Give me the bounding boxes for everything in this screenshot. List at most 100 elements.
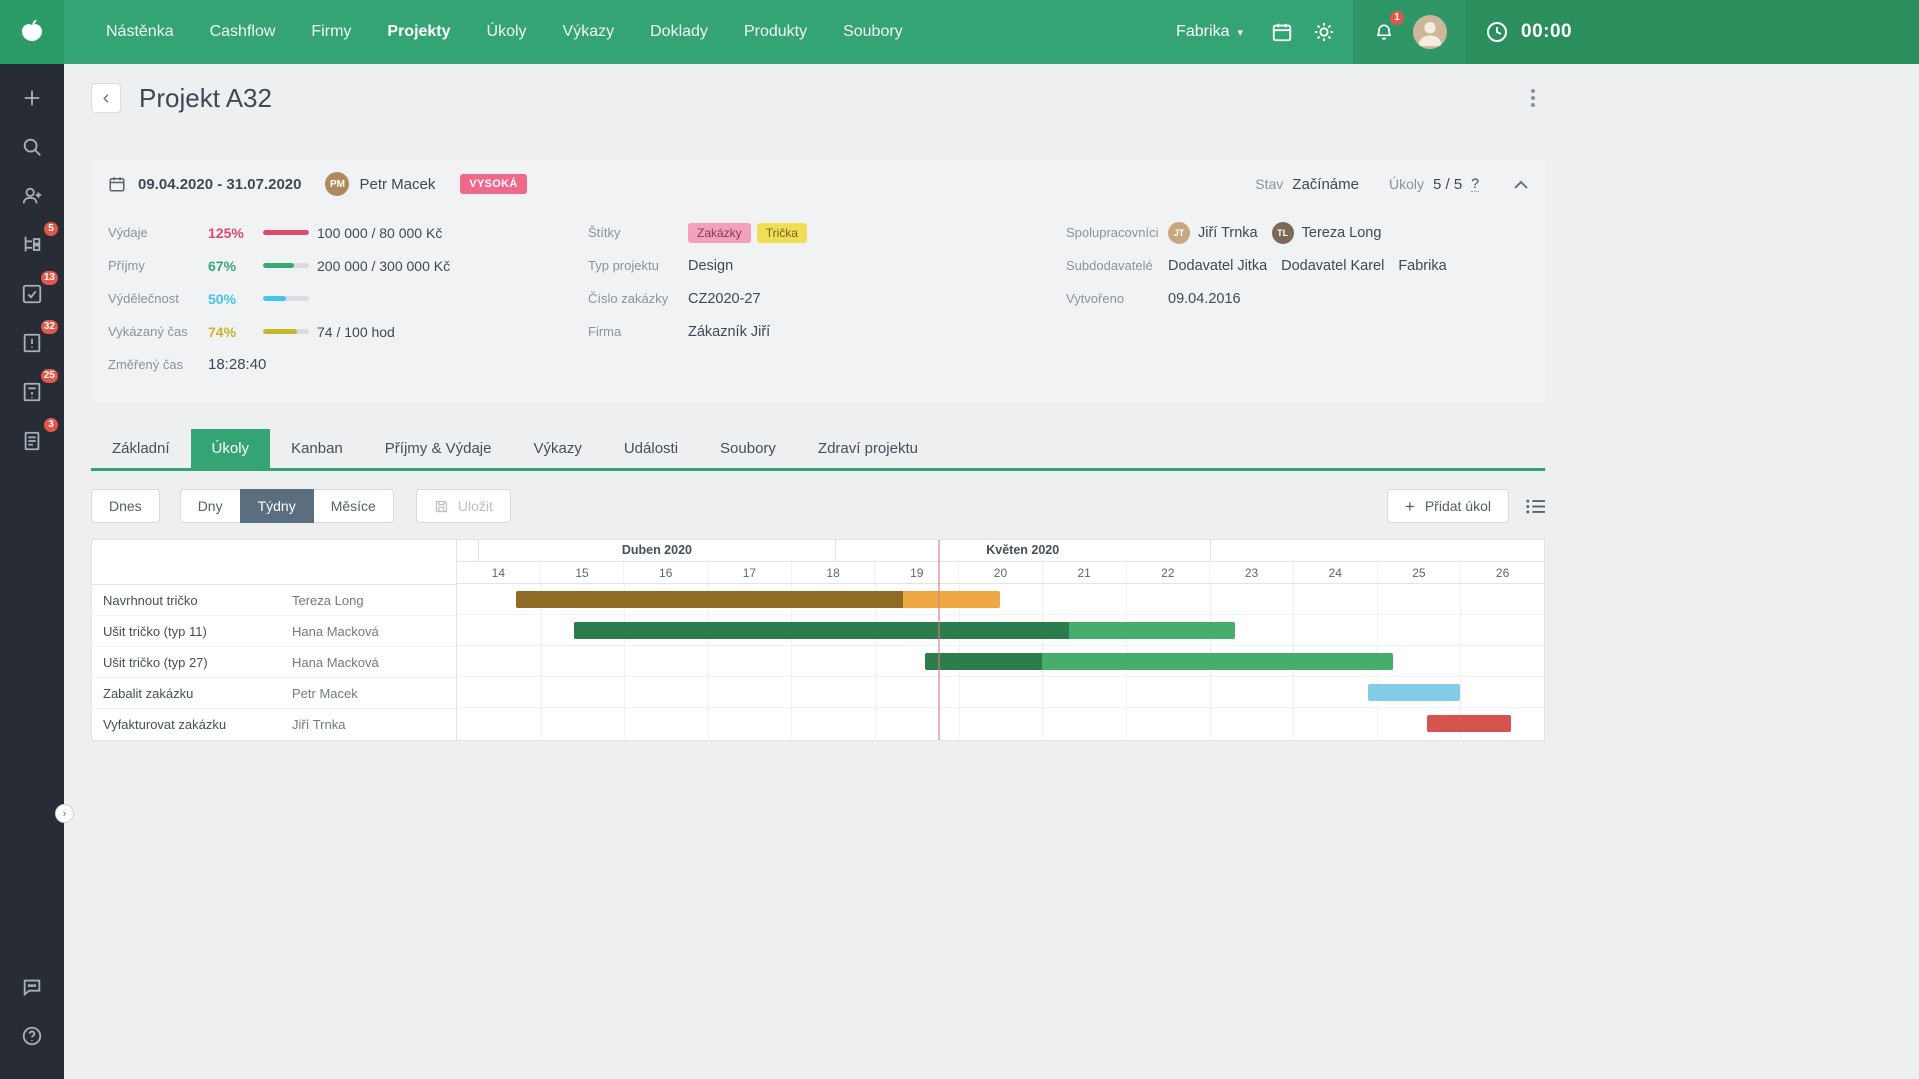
stat-percent: 50% bbox=[208, 291, 263, 307]
stat-progress-fill bbox=[263, 230, 309, 235]
today-button[interactable]: Dnes bbox=[91, 489, 160, 523]
stat-percent: 74% bbox=[208, 324, 263, 340]
company-switcher[interactable]: Fabrika ▾ bbox=[1158, 0, 1261, 64]
gantt-task-name[interactable]: Ušit tričko (typ 11) bbox=[92, 624, 292, 639]
nav-item-soubory[interactable]: Soubory bbox=[825, 0, 921, 64]
calendar-icon[interactable] bbox=[1261, 0, 1303, 64]
stat-row-vykazany-cas: Vykázaný čas74%74 / 100 hod bbox=[108, 315, 588, 348]
more-options-icon[interactable] bbox=[1521, 89, 1545, 107]
subcontractor-name[interactable]: Fabrika bbox=[1398, 258, 1446, 274]
gantt-bar-vyfakturovat-zakazku[interactable] bbox=[1427, 715, 1511, 732]
nav-item-ukoly[interactable]: Úkoly bbox=[469, 0, 545, 64]
gantt-bar-navrhnout-tricko[interactable] bbox=[516, 591, 1001, 608]
topbar-right: Fabrika ▾ 1 00:00 bbox=[1158, 0, 1919, 64]
gantt-week-label: 20 bbox=[958, 562, 1042, 583]
collaborator[interactable]: JTJiří Trnka bbox=[1168, 222, 1258, 244]
left-sidebar: 5 13 32 25 3 bbox=[0, 64, 64, 1079]
gantt-bar-zabalit-zakazku[interactable] bbox=[1368, 684, 1460, 701]
page-title: Projekt A32 bbox=[139, 83, 272, 114]
add-contact-icon[interactable] bbox=[14, 178, 50, 214]
detail-label: Štítky bbox=[588, 225, 688, 240]
topbar-user-section: 1 bbox=[1353, 0, 1465, 64]
tab-zdravi-projektu[interactable]: Zdraví projektu bbox=[797, 429, 939, 468]
nav-item-firmy[interactable]: Firmy bbox=[293, 0, 369, 64]
collaborator-avatar: JT bbox=[1168, 222, 1190, 244]
gantt-week-label: 26 bbox=[1460, 562, 1544, 583]
invoices-alert-icon[interactable]: 32 bbox=[14, 325, 50, 361]
gantt-timeline: Duben 2020Květen 2020 141516171819202122… bbox=[457, 540, 1544, 740]
user-avatar[interactable] bbox=[1413, 15, 1447, 49]
tab-zakladni[interactable]: Základní bbox=[91, 429, 191, 468]
add-task-button[interactable]: + Přidat úkol bbox=[1387, 489, 1509, 523]
gantt-bar-usit-tricko-typ-11[interactable] bbox=[574, 622, 1235, 639]
view-mesice[interactable]: Měsíce bbox=[313, 489, 394, 523]
project-tabs: ZákladníÚkolyKanbanPříjmy & VýdajeVýkazy… bbox=[91, 429, 1545, 471]
people-values: Dodavatel Jitka Dodavatel Karel Fabrika bbox=[1168, 258, 1447, 274]
status-value[interactable]: Začínáme bbox=[1292, 176, 1359, 193]
gantt-task-name[interactable]: Navrhnout tričko bbox=[92, 593, 292, 608]
view-tydny[interactable]: Týdny bbox=[240, 489, 314, 523]
gantt-row bbox=[457, 615, 1544, 646]
subcontractor-name[interactable]: Dodavatel Jitka bbox=[1168, 258, 1267, 274]
stat-progress-bar bbox=[263, 329, 309, 334]
gantt-task-label-row: Zabalit zakázkuPetr Macek bbox=[92, 678, 456, 709]
gantt-task-name[interactable]: Zabalit zakázku bbox=[92, 686, 292, 701]
chat-icon[interactable] bbox=[14, 969, 50, 1005]
gantt-task-assignee: Tereza Long bbox=[292, 593, 364, 608]
subcontractor-name[interactable]: Dodavatel Karel bbox=[1281, 258, 1384, 274]
add-task-label: Přidat úkol bbox=[1425, 498, 1491, 514]
top-navigation-bar: NástěnkaCashflowFirmyProjektyÚkolyVýkazy… bbox=[0, 0, 1919, 64]
person-icon bbox=[1413, 15, 1447, 49]
people-label: Subdodavatelé bbox=[1066, 258, 1168, 273]
sidebar-expand-button[interactable]: › bbox=[55, 804, 74, 823]
nav-item-vykazy[interactable]: Výkazy bbox=[545, 0, 633, 64]
save-button[interactable]: Uložit bbox=[416, 489, 511, 523]
gantt-week-label: 15 bbox=[540, 562, 624, 583]
tab-ukoly[interactable]: Úkoly bbox=[191, 429, 271, 468]
gantt-toolbar: Dnes DnyTýdnyMěsíce Uložit + Přidat úkol bbox=[91, 489, 1545, 523]
gantt-week-label: 14 bbox=[457, 562, 540, 583]
add-new-icon[interactable] bbox=[14, 80, 50, 116]
detail-row-firma: FirmaZákazník Jiří bbox=[588, 315, 1066, 348]
gantt-bar-usit-tricko-typ-27[interactable] bbox=[925, 653, 1393, 670]
stat-progress-fill bbox=[263, 329, 297, 334]
tag-badge-tricka[interactable]: Trička bbox=[757, 223, 807, 243]
gantt-task-name[interactable]: Vyfakturovat zakázku bbox=[92, 717, 292, 732]
tab-vykazy[interactable]: Výkazy bbox=[512, 429, 602, 468]
tasks-icon[interactable]: 13 bbox=[14, 276, 50, 312]
tasks-help-hint[interactable]: ? bbox=[1471, 176, 1479, 192]
tab-prijmy-vydaje[interactable]: Příjmy & Výdaje bbox=[364, 429, 513, 468]
list-view-icon[interactable] bbox=[1526, 498, 1545, 515]
nav-item-doklady[interactable]: Doklady bbox=[632, 0, 726, 64]
collaborator[interactable]: TLTereza Long bbox=[1272, 222, 1382, 244]
stat-percent: 125% bbox=[208, 225, 263, 241]
documents-alert-icon[interactable]: 25 bbox=[14, 374, 50, 410]
gantt-label-column: Navrhnout tričkoTereza Long Ušit tričko (… bbox=[92, 540, 457, 740]
stat-progress-bar bbox=[263, 263, 309, 268]
gantt-row bbox=[457, 677, 1544, 708]
nav-item-produkty[interactable]: Produkty bbox=[726, 0, 825, 64]
nav-item-nastenka[interactable]: Nástěnka bbox=[88, 0, 192, 64]
gantt-week-label: 19 bbox=[874, 562, 958, 583]
tab-soubory[interactable]: Soubory bbox=[699, 429, 797, 468]
collapse-panel-chevron-icon[interactable] bbox=[1514, 180, 1528, 189]
gantt-week-label: 23 bbox=[1209, 562, 1293, 583]
nav-item-projekty[interactable]: Projekty bbox=[369, 0, 468, 64]
tab-udalosti[interactable]: Události bbox=[603, 429, 699, 468]
back-button[interactable] bbox=[91, 83, 121, 113]
search-icon[interactable] bbox=[14, 129, 50, 165]
help-icon[interactable] bbox=[14, 1018, 50, 1054]
details-list: ŠtítkyZakázkyTričkaTyp projektuDesignČís… bbox=[588, 216, 1066, 381]
notifications-bell-icon[interactable]: 1 bbox=[1363, 0, 1405, 64]
timer-widget[interactable]: 00:00 bbox=[1465, 0, 1919, 64]
nav-item-cashflow[interactable]: Cashflow bbox=[192, 0, 294, 64]
projects-tree-icon[interactable]: 5 bbox=[14, 227, 50, 263]
app-logo[interactable] bbox=[0, 0, 64, 64]
tag-badge-zakazky[interactable]: Zakázky bbox=[688, 223, 751, 243]
measured-time-value: 18:28:40 bbox=[208, 356, 266, 373]
view-dny[interactable]: Dny bbox=[180, 489, 241, 523]
settings-gear-icon[interactable] bbox=[1303, 0, 1345, 64]
reports-icon[interactable]: 3 bbox=[14, 423, 50, 459]
gantt-task-name[interactable]: Ušit tričko (typ 27) bbox=[92, 655, 292, 670]
tab-kanban[interactable]: Kanban bbox=[270, 429, 364, 468]
